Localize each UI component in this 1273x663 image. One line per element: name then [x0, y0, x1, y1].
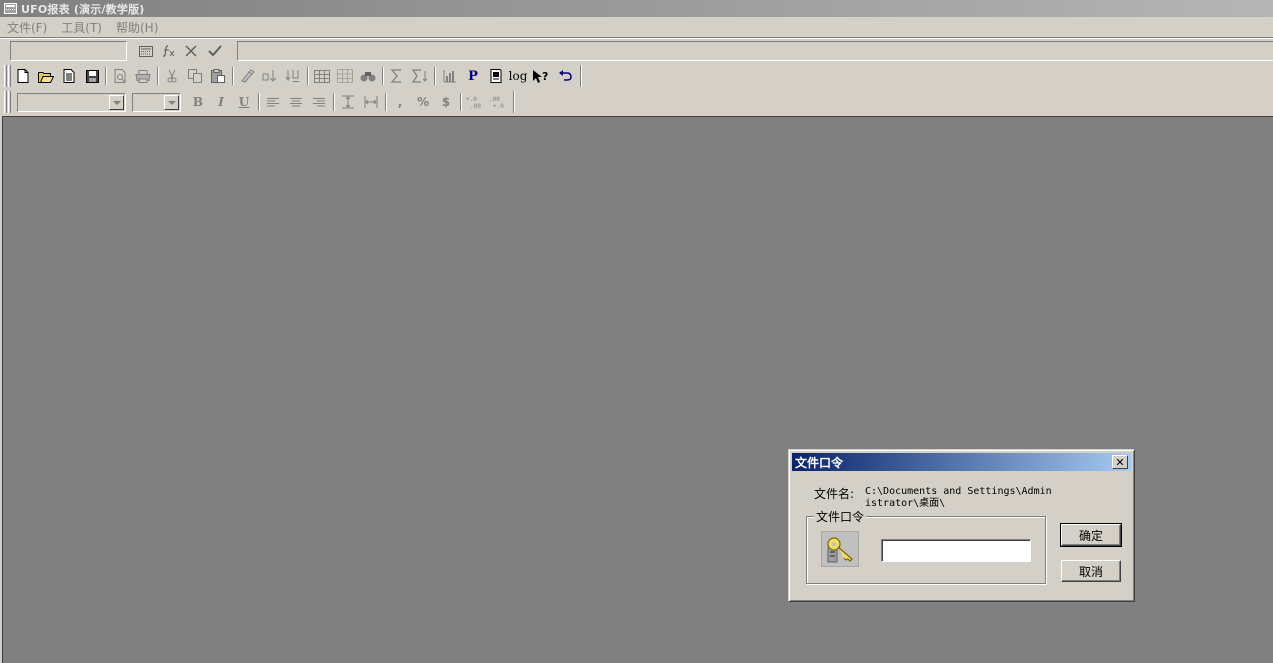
sum-icon[interactable] [387, 66, 407, 86]
toolbar-grip[interactable] [8, 65, 11, 87]
password-input[interactable] [881, 539, 1031, 562]
sort-desc-icon[interactable] [283, 66, 303, 86]
underline-button[interactable]: U [234, 92, 254, 112]
file-password-dialog: 文件口令 ✕ 文件名: C:\Documents and Settings\Ad… [788, 449, 1135, 602]
format-painter-icon[interactable] [237, 66, 257, 86]
document-icon[interactable] [59, 66, 79, 86]
undo-icon[interactable] [555, 66, 575, 86]
currency-style-button[interactable]: $ [436, 92, 456, 112]
dotted-grid-icon[interactable] [335, 66, 355, 86]
cut-icon[interactable] [162, 66, 182, 86]
menu-help[interactable]: 帮助(H) [109, 19, 165, 36]
sort-asc-icon[interactable] [260, 66, 280, 86]
chart-icon[interactable] [440, 66, 460, 86]
cancel-icon[interactable] [181, 42, 201, 60]
sum-down-icon[interactable] [410, 66, 430, 86]
print-icon[interactable] [133, 66, 153, 86]
new-file-icon[interactable] [13, 66, 33, 86]
svg-text:.00: .00 [470, 103, 481, 109]
ok-button[interactable]: 确定 [1060, 523, 1122, 547]
formula-bar [0, 39, 1273, 63]
font-name-select[interactable] [17, 93, 126, 112]
italic-button[interactable]: I [211, 92, 231, 112]
bold-button[interactable]: B [188, 92, 208, 112]
font-size-select[interactable] [132, 93, 181, 112]
key-icon [821, 531, 859, 567]
decrease-decimal-icon[interactable]: .00 +.0 [488, 92, 508, 112]
paste-icon[interactable] [208, 66, 228, 86]
print-preview-icon[interactable] [110, 66, 130, 86]
password-group-label: 文件口令 [814, 508, 867, 525]
help-pointer-icon[interactable]: ? [531, 66, 551, 86]
align-left-icon[interactable] [263, 92, 283, 112]
svg-text:+.0: +.0 [466, 96, 477, 103]
chevron-down-icon[interactable] [164, 95, 179, 110]
filename-value: C:\Documents and Settings\Administrator\… [865, 486, 1052, 509]
confirm-icon[interactable] [205, 42, 225, 60]
format-toolbar: B I U , % $ +.0.00 .00 +.0 [0, 89, 1273, 116]
function-list-icon[interactable] [136, 42, 156, 60]
row-height-icon[interactable] [338, 92, 358, 112]
svg-text:+.0: +.0 [493, 103, 504, 109]
svg-text:?: ? [542, 70, 548, 83]
toolbar-grip[interactable] [4, 91, 7, 113]
cell-name-box[interactable] [10, 41, 127, 61]
svg-text:.00: .00 [489, 96, 500, 103]
grid-icon[interactable] [312, 66, 332, 86]
cancel-button[interactable]: 取消 [1061, 560, 1121, 582]
increase-decimal-icon[interactable]: +.0.00 [465, 92, 485, 112]
window-title: UFO报表 (演示/教学版) [21, 2, 145, 16]
column-width-icon[interactable] [361, 92, 381, 112]
open-folder-icon[interactable] [36, 66, 56, 86]
align-center-icon[interactable] [286, 92, 306, 112]
toolbar-grip[interactable] [4, 65, 7, 87]
app-icon [4, 3, 17, 14]
page-icon[interactable] [486, 66, 506, 86]
menu-tools[interactable]: 工具(T) [54, 19, 109, 36]
menu-bar: 文件(F) 工具(T) 帮助(H) [0, 17, 1273, 37]
standard-toolbar: P log ? [0, 63, 1273, 90]
p-icon[interactable]: P [463, 66, 483, 86]
title-bar: UFO报表 (演示/教学版) [0, 0, 1273, 17]
formula-input[interactable] [237, 41, 1273, 61]
copy-icon[interactable] [185, 66, 205, 86]
log-icon[interactable]: log [508, 66, 528, 86]
dialog-title-bar: 文件口令 ✕ [792, 453, 1131, 471]
filename-label: 文件名: [814, 487, 855, 501]
close-icon[interactable]: ✕ [1112, 455, 1128, 469]
dialog-title: 文件口令 [795, 455, 844, 470]
align-right-icon[interactable] [309, 92, 329, 112]
percent-style-button[interactable]: % [413, 92, 433, 112]
find-icon[interactable] [358, 66, 378, 86]
comma-style-button[interactable]: , [390, 92, 410, 112]
chevron-down-icon[interactable] [109, 95, 124, 110]
menu-file[interactable]: 文件(F) [0, 19, 54, 36]
save-icon[interactable] [82, 66, 102, 86]
fx-icon[interactable] [159, 42, 179, 60]
toolbar-grip[interactable] [8, 91, 11, 113]
